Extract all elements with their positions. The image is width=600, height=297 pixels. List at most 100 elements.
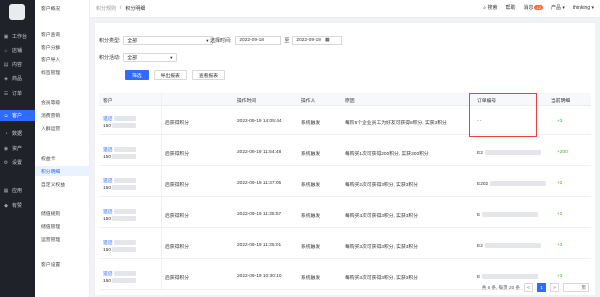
date-from-input[interactable]: 2022-09-18 [235,36,282,45]
nav-item-label: 工作台 [12,34,28,40]
message-count-badge: 12 [534,5,543,10]
subnav-item[interactable]: 储值规则 [35,208,90,218]
page-jump-input[interactable]: 页 [563,283,589,292]
subnav-item[interactable]: 会员等级 [35,97,90,107]
view-report-button[interactable]: 查看报表 [191,70,226,80]
order-number: E2 [477,243,541,249]
type-filter-label: 积分类型: [99,38,121,44]
nav-item-asset[interactable]: ◉ 资产 [0,143,35,154]
user-menu[interactable]: thinking ▾ [573,5,594,11]
subnav-item[interactable]: 客户导入 [35,54,90,64]
operator: 系统触发 [301,121,321,126]
points-desc: 后获得积分 [165,121,189,126]
nav-item-goods[interactable]: ◈ 商品 [0,73,35,84]
subnav-item[interactable]: 储值管理 [35,221,90,231]
youzan-icon: ◆ [4,202,8,209]
redacted-text [113,147,136,153]
page-1-button[interactable]: 1 [537,283,546,292]
message-link[interactable]: 消息 12 [523,4,543,11]
customer-name-link[interactable]: 遗迹 [103,115,136,122]
prev-page-button[interactable]: < [524,283,533,292]
subnav-item[interactable]: 客户分群 [35,42,90,52]
reason: 每购买3次可获得3积分, 实获3积分 [345,214,419,219]
next-page-button[interactable]: > [550,283,559,292]
header-reason: 原因 [345,99,355,104]
nav-item-label: 应用 [12,188,23,194]
customer-name-link[interactable]: 遗迹 [103,146,136,153]
nav-item-label: 资产 [12,146,23,152]
operator: 系统触发 [301,152,321,157]
redacted-text [490,181,547,186]
filter-button[interactable]: 筛选 [125,70,149,80]
nav-item-label: 设置 [12,160,23,166]
redacted-text [112,216,137,221]
nav-item-youzan[interactable]: ◆ 有赞 [0,200,35,211]
reason: 每购买3次可获得3积分, 实获3积分 [345,276,419,281]
primary-nav: ▣ 工作台 ⌂ 店铺 ▤ 内容 ◈ 商品 ☰ 订单 ☺ 客户 ◔ 数据 ◉ 资产 ⚙ 设置 ▦ 应用 ◆ 有赞 [0,0,35,297]
nav-item-content[interactable]: ▤ 内容 [0,59,35,70]
goods-icon: ◈ [4,75,8,82]
date-to-input[interactable]: 2022-09-19 ▦ [292,36,343,45]
subnav-item[interactable]: 入群运营 [35,123,90,133]
subnav-item[interactable]: 积分明细 [35,166,90,176]
nav-item-data[interactable]: ◔ 数据 [0,128,35,139]
customer-name-link[interactable]: 遗迹 [103,239,136,246]
order-number: E [477,274,539,280]
activity-filter-select[interactable]: 全部 ▼ [123,53,178,62]
points-desc: 后获得积分 [165,183,189,188]
redacted-text [113,116,136,122]
search-link[interactable]: ⌕ 搜索 [483,4,497,11]
redacted-text [482,212,539,217]
nav-item-label: 订单 [12,91,23,97]
nav-item-apps[interactable]: ▦ 应用 [0,185,35,196]
customer-name-link[interactable]: 遗迹 [103,177,136,184]
redacted-text [112,123,137,128]
subnav-item[interactable]: 客户查询 [35,29,90,39]
subnav-item[interactable]: 标签管理 [35,67,90,77]
customer-phone: 150 [103,216,137,222]
breadcrumb-parent[interactable]: 积分规则 [96,5,116,12]
activity-filter-label: 积分活动: [99,55,121,61]
subnav-item[interactable]: 客户设置 [35,259,90,269]
subnav-item[interactable]: 消费营销 [35,110,90,120]
operation-time: 2022-09-19 11:35:01 [237,243,282,248]
nav-item-customer[interactable]: ☺ 客户 [0,110,35,121]
operation-time: 2022-09-19 11:35:57 [237,212,282,217]
customer-phone: 150 [103,123,137,129]
redacted-text [112,154,137,159]
chevron-down-icon: ▼ [169,55,174,60]
subnav-item[interactable]: 运营管理 [35,234,90,244]
chevron-down-icon: ▾ [591,4,594,11]
customer-name-link[interactable]: 遗迹 [103,270,136,277]
nav-item-dashboard[interactable]: ▣ 工作台 [0,31,35,42]
asset-icon: ◉ [3,145,9,152]
subnav-item[interactable]: 客户概况 [35,3,90,13]
content-icon: ▤ [3,61,9,68]
nav-item-order[interactable]: ☰ 订单 [0,88,35,99]
table-row: 遗迹 150 后获得积分 2022-09-19 11:37:05 系统触发 每购买2次可… [99,169,591,197]
settings-icon: ⚙ [3,159,9,166]
subnav-item[interactable]: 权益卡 [35,153,90,163]
table-row: 遗迹 150 后获得积分 2022-09-19 11:35:01 系统触发 每购买3次可… [99,231,591,259]
nav-item-store[interactable]: ⌂ 店铺 [0,45,35,56]
nav-item-settings[interactable]: ⚙ 设置 [0,157,35,168]
highlight-box [469,93,537,137]
subnav-item[interactable]: 自定义权益 [35,179,90,189]
calendar-icon: ▦ [324,38,330,43]
logo[interactable] [9,4,25,20]
operation-time: 2022-09-19 10:30:10 [237,274,282,279]
secondary-nav: 客户概况客户查询客户分群客户导入标签管理会员等级消费营销入群运营权益卡积分明细自… [35,0,90,297]
help-link[interactable]: 帮助 [505,4,515,11]
points-desc: 后获得积分 [165,152,189,157]
pagination: 共 6 条, 每页 20 条 < 1 > 页 [482,283,589,292]
data-icon: ◔ [4,130,8,137]
type-filter-select[interactable]: 全部 ▼ [123,36,214,45]
customer-name-link[interactable]: 遗迹 [103,208,136,215]
header-change: 当前明细 [551,99,571,104]
header-operator: 操作人 [301,99,316,104]
customer-phone: 150 [103,154,137,160]
redacted-text [484,150,541,155]
header-time: 操作时间 [237,99,257,104]
export-report-button[interactable]: 导出报表 [153,70,187,80]
product-menu[interactable]: 产品 ▾ [551,4,565,11]
